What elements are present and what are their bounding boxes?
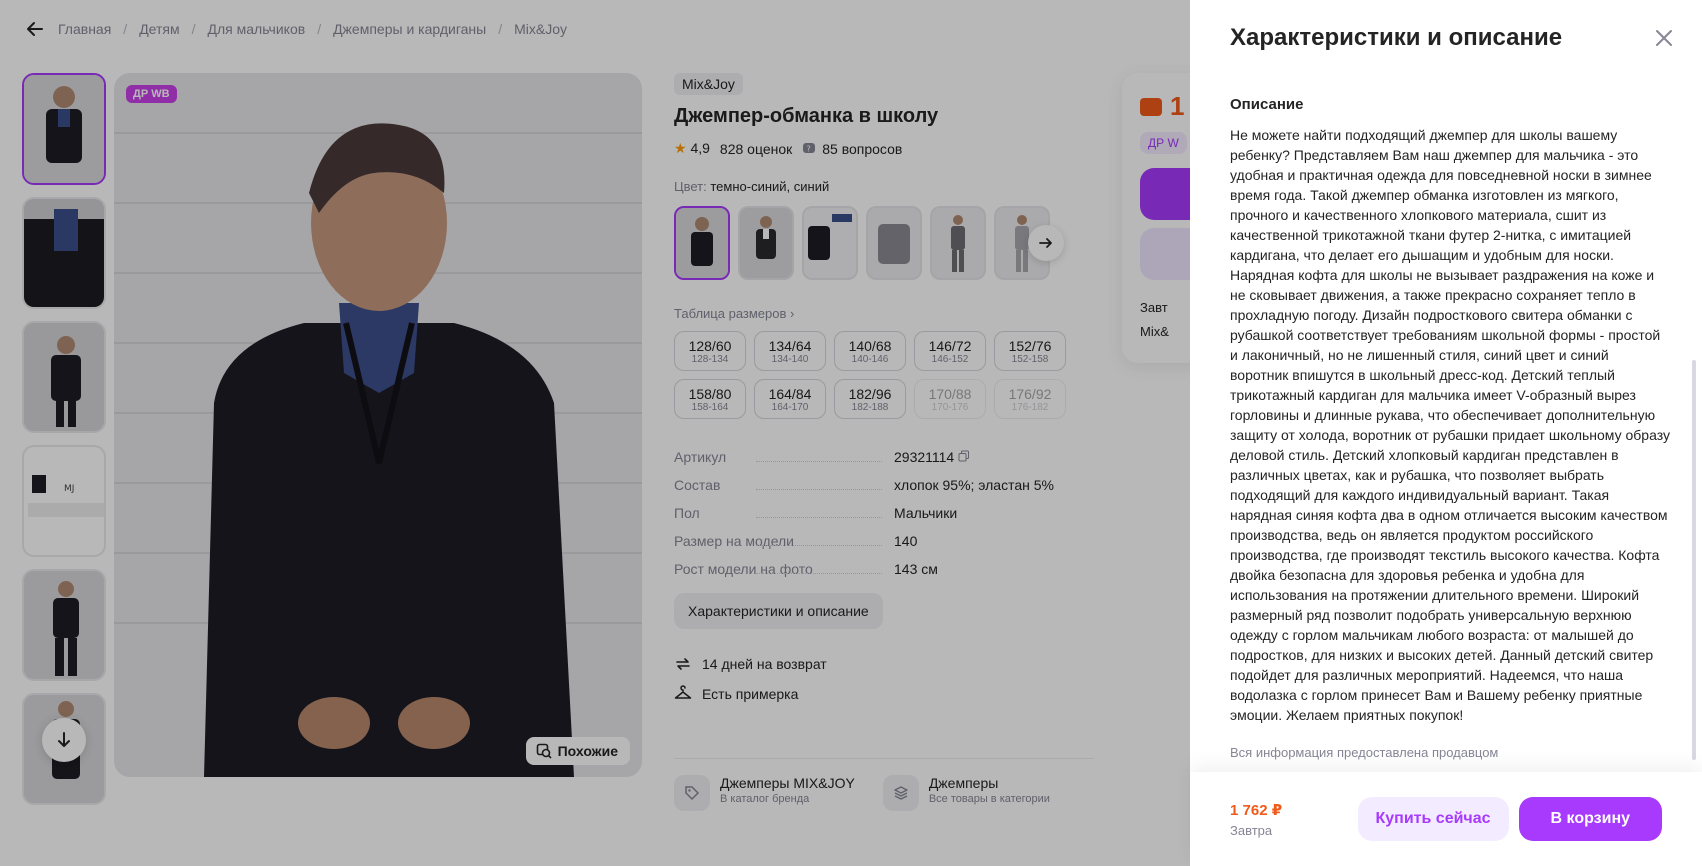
characteristics-drawer: Характеристики и описание Описание Не мо… [1190,0,1702,866]
footer-delivery: Завтра [1230,822,1273,838]
drawer-title: Характеристики и описание [1230,24,1563,51]
drawer-footer: 1 762 ₽ Завтра Купить сейчас В корзину [1190,772,1702,866]
close-icon[interactable] [1652,26,1676,50]
description-text: Не можете найти подходящий джемпер для ш… [1230,127,1670,723]
drawer-body[interactable]: Описание Не можете найти подходящий джем… [1230,96,1670,772]
footer-price-value: 1 762 ₽ [1230,801,1283,819]
footer-price: 1 762 ₽ Завтра [1230,801,1282,838]
add-to-cart-button[interactable]: В корзину [1518,797,1662,841]
buy-now-button[interactable]: Купить сейчас [1357,797,1509,841]
drawer-scrollbar[interactable] [1692,360,1696,760]
description-heading: Описание [1230,96,1304,113]
seller-note: Вся информация предоставлена продавцом [1230,745,1499,760]
